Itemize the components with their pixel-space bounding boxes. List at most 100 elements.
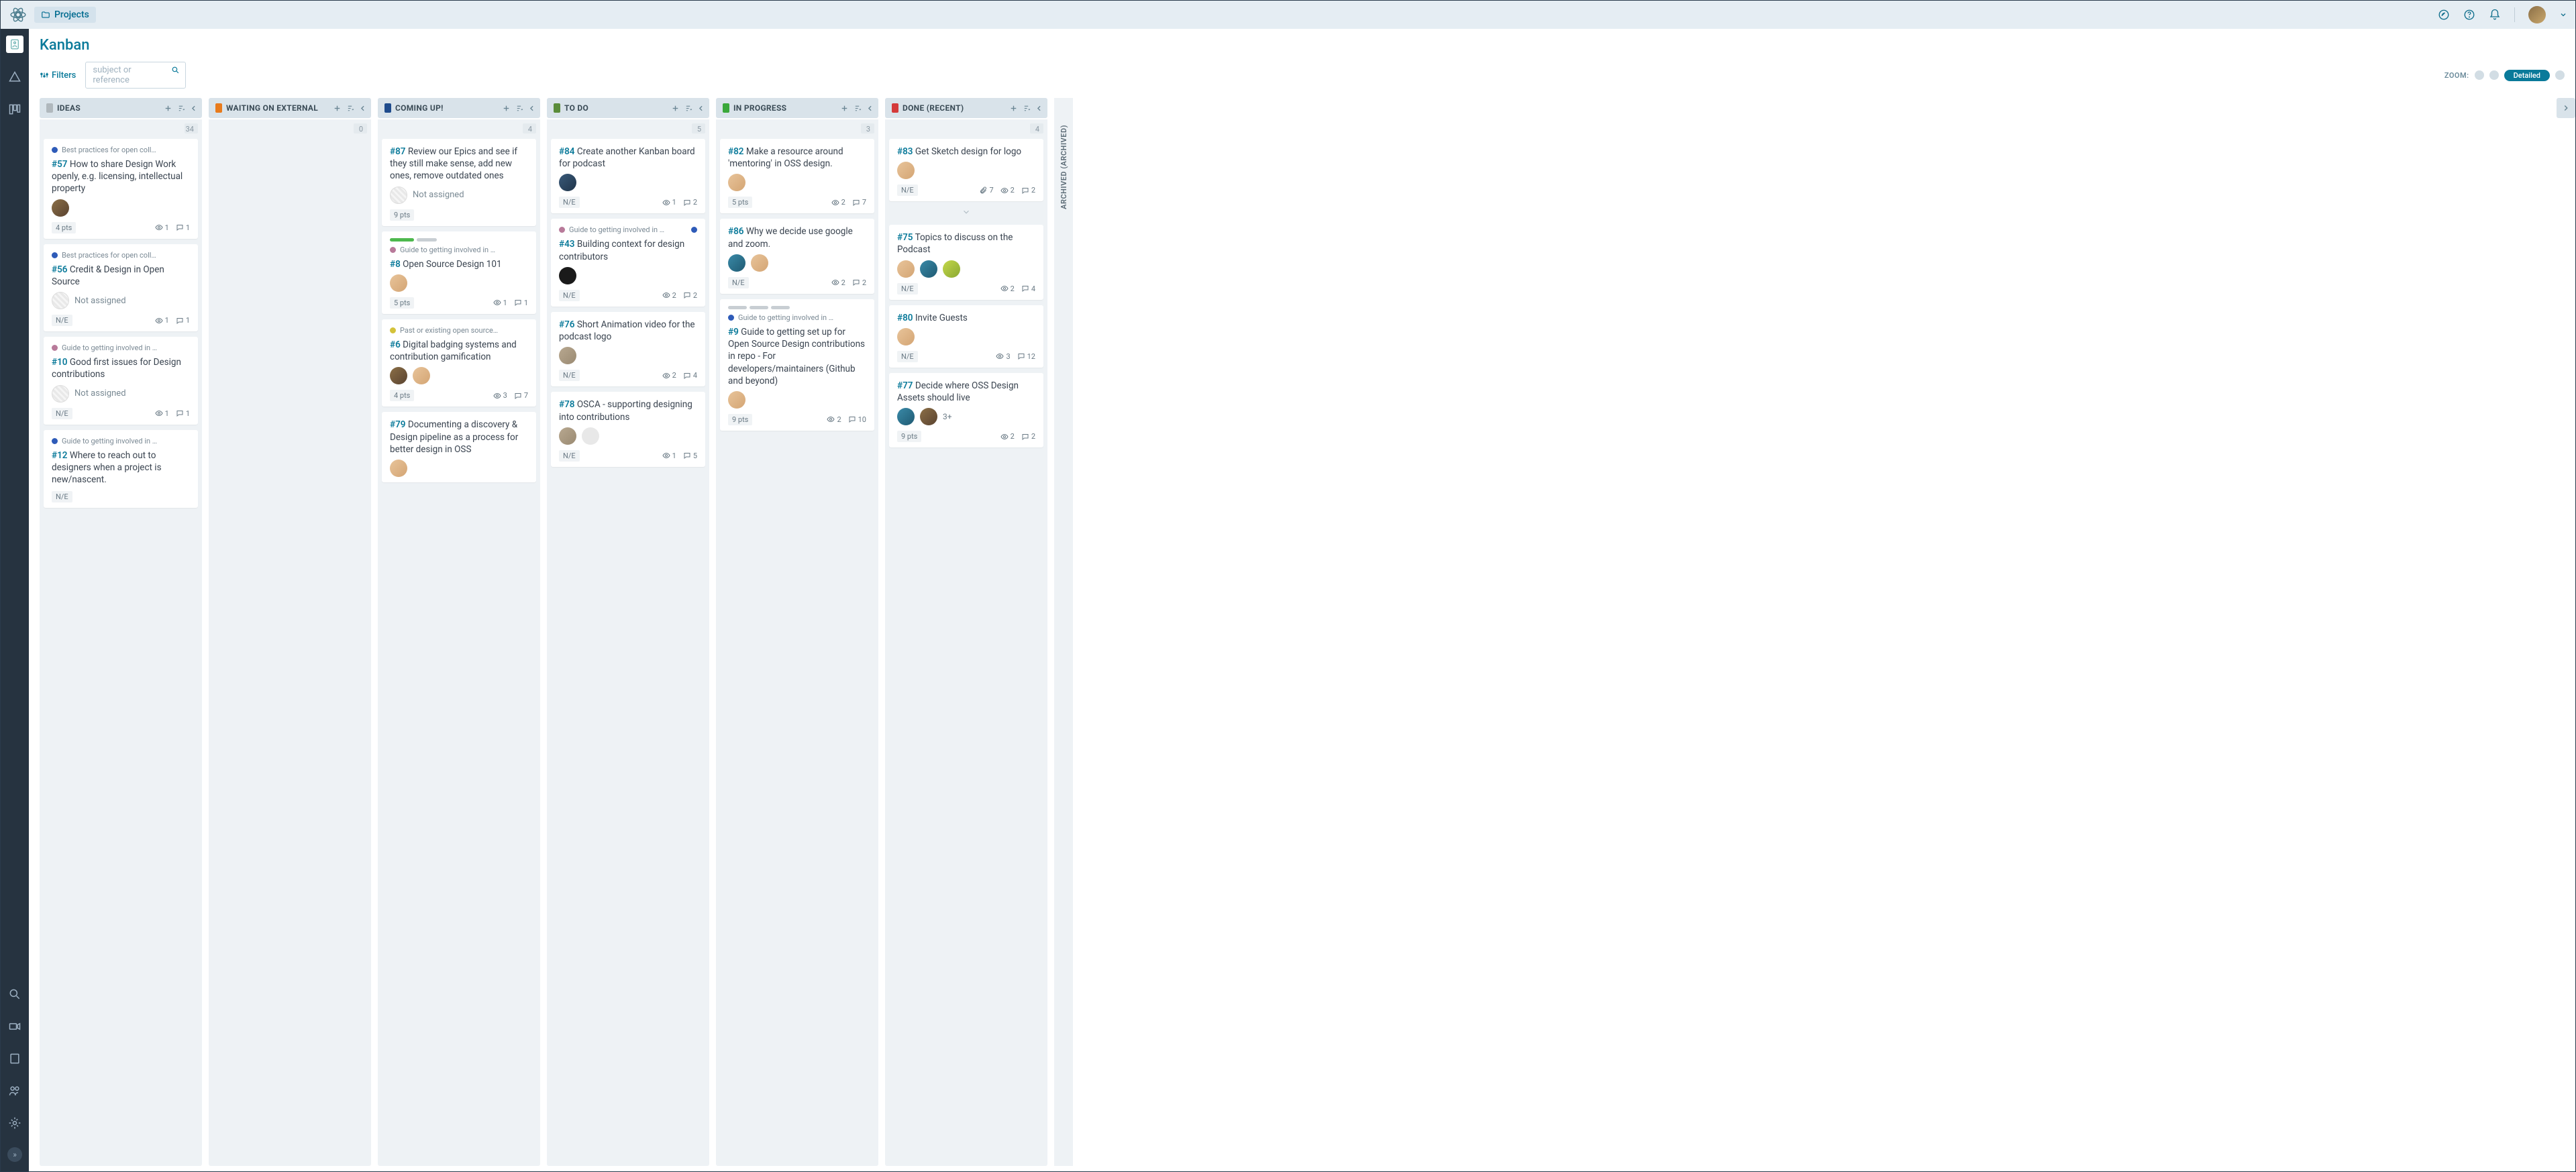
sidebar-wiki-icon[interactable] [7,1051,23,1067]
project-avatar[interactable] [6,36,23,53]
add-card-icon[interactable] [671,104,680,113]
column-name: WAITING ON EXTERNAL [226,103,329,113]
sidebar-search-icon[interactable] [7,986,23,1002]
kanban-card[interactable]: #77 Decide where OSS Design Assets shoul… [889,373,1043,447]
assignee-row: Not assigned [52,292,190,309]
zoom-extra-dot[interactable] [2555,70,2565,80]
kanban-card[interactable]: #84 Create another Kanban board for podc… [551,139,705,213]
column-color-indicator [723,103,729,113]
kanban-card[interactable]: Guide to getting involved in …#12 Where … [44,430,198,509]
sidebar-expand-icon[interactable]: » [7,1147,22,1162]
tag-dot [728,315,734,321]
kanban-card[interactable]: #87 Review our Epics and see if they sti… [382,139,536,226]
sort-column-icon[interactable] [176,104,185,113]
points-badge: 9 pts [728,414,752,425]
sidebar-settings-icon[interactable] [7,1115,23,1131]
card-tags: Best practices for open coll… [52,251,190,260]
kanban-column: IN PROGRESS 3 #82 Make a resource around … [716,98,878,1166]
tag-dot [52,252,58,258]
card-title: #10 Good first issues for Design contrib… [52,356,190,380]
column-header: TO DO [547,98,709,118]
kanban-card[interactable]: #76 Short Animation video for the podcas… [551,312,705,386]
sort-column-icon[interactable] [515,104,523,113]
column-body: 4 #83 Get Sketch design for logoN/E 7 2 2… [885,119,1047,1166]
projects-button[interactable]: Projects [34,7,96,23]
sidebar-epics[interactable] [7,69,23,85]
archived-label: ARCHIVED (ARCHIVED) [1060,125,1068,209]
assignee-avatar [920,408,937,425]
sort-column-icon[interactable] [684,104,692,113]
chevron-down-icon[interactable] [2559,11,2567,19]
collapse-column-icon[interactable] [866,104,874,113]
kanban-card[interactable]: #75 Topics to discuss on the PodcastN/E … [889,225,1043,299]
kanban-card[interactable]: #78 OSCA - supporting designing into con… [551,392,705,466]
kanban-card[interactable]: #83 Get Sketch design for logoN/E 7 2 2 [889,139,1043,201]
card-title: #84 Create another Kanban board for podc… [559,146,697,170]
column-name: TO DO [564,103,667,113]
scroll-right-button[interactable] [2557,98,2575,118]
sort-column-icon[interactable] [1022,104,1031,113]
sort-column-icon[interactable] [346,104,354,113]
column-count: 4 [1030,123,1043,134]
kanban-card[interactable]: Best practices for open coll…#57 How to … [44,139,198,239]
bell-icon[interactable] [2489,9,2501,21]
add-card-icon[interactable] [333,104,342,113]
kanban-card[interactable]: Guide to getting involved in …#10 Good f… [44,337,198,424]
card-tags: Past or existing open source… [390,326,528,335]
comment-count: 2 [1021,432,1035,441]
comment-count: 1 [176,223,190,232]
watcher-count: 2 [1000,432,1015,441]
points-badge: N/E [559,197,580,208]
column-body: 0 [209,119,371,1166]
collapse-chevron-icon[interactable] [889,207,1043,219]
sidebar-video-icon[interactable] [7,1018,23,1034]
watcher-count: 2 [1000,186,1015,195]
sidebar-team-icon[interactable] [7,1083,23,1099]
app-logo[interactable] [9,5,28,24]
filters-button[interactable]: Filters [40,70,76,81]
add-card-icon[interactable] [840,104,849,113]
assignee-row [559,347,697,364]
points-badge: N/E [52,408,72,419]
collapse-column-icon[interactable] [697,104,705,113]
kanban-column: TO DO 5#84 Create another Kanban board f… [547,98,709,1166]
tag-text: Guide to getting involved in … [738,313,833,322]
sidebar-kanban[interactable] [7,101,23,117]
user-avatar[interactable] [2528,6,2546,23]
points-badge: 9 pts [390,209,414,221]
column-count: 4 [523,123,536,134]
comment-count: 12 [1017,352,1035,361]
collapse-column-icon[interactable] [1035,104,1043,113]
column-count: 3 [861,123,874,134]
archived-column-collapsed[interactable]: ARCHIVED (ARCHIVED) [1054,98,1073,1166]
add-card-icon[interactable] [502,104,511,113]
compass-icon[interactable] [2438,9,2450,21]
kanban-card[interactable]: Past or existing open source…#6 Digital … [382,319,536,407]
zoom-compact-dot[interactable] [2475,70,2484,80]
kanban-card[interactable]: #79 Documenting a discovery & Design pip… [382,412,536,482]
assignee-row [728,174,866,191]
kanban-card[interactable]: Guide to getting involved in …#8 Open So… [382,231,536,314]
add-card-icon[interactable] [164,104,172,113]
help-icon[interactable] [2463,9,2475,21]
points-badge: 9 pts [897,431,921,442]
kanban-card[interactable]: Best practices for open coll…#56 Credit … [44,244,198,331]
collapse-column-icon[interactable] [189,104,198,113]
collapse-column-icon[interactable] [358,104,367,113]
card-title: #75 Topics to discuss on the Podcast [897,231,1035,256]
kanban-card[interactable]: Guide to getting involved in …#9 Guide t… [720,299,874,431]
projects-label: Projects [54,9,89,20]
kanban-card[interactable]: #82 Make a resource around 'mentoring' i… [720,139,874,213]
zoom-default-dot[interactable] [2489,70,2499,80]
kanban-card[interactable]: #86 Why we decide use google and zoom.N/… [720,219,874,293]
card-ref: #9 [728,327,739,337]
sort-column-icon[interactable] [853,104,862,113]
collapse-column-icon[interactable] [527,104,536,113]
add-card-icon[interactable] [1009,104,1018,113]
kanban-card[interactable]: Guide to getting involved in …#43 Buildi… [551,219,705,306]
kanban-card[interactable]: #80 Invite GuestsN/E 3 12 [889,305,1043,368]
search-input[interactable]: subject or reference [85,62,186,89]
comment-count: 1 [176,316,190,325]
zoom-detailed-pill[interactable]: Detailed [2504,70,2550,81]
column-name: IN PROGRESS [733,103,836,113]
